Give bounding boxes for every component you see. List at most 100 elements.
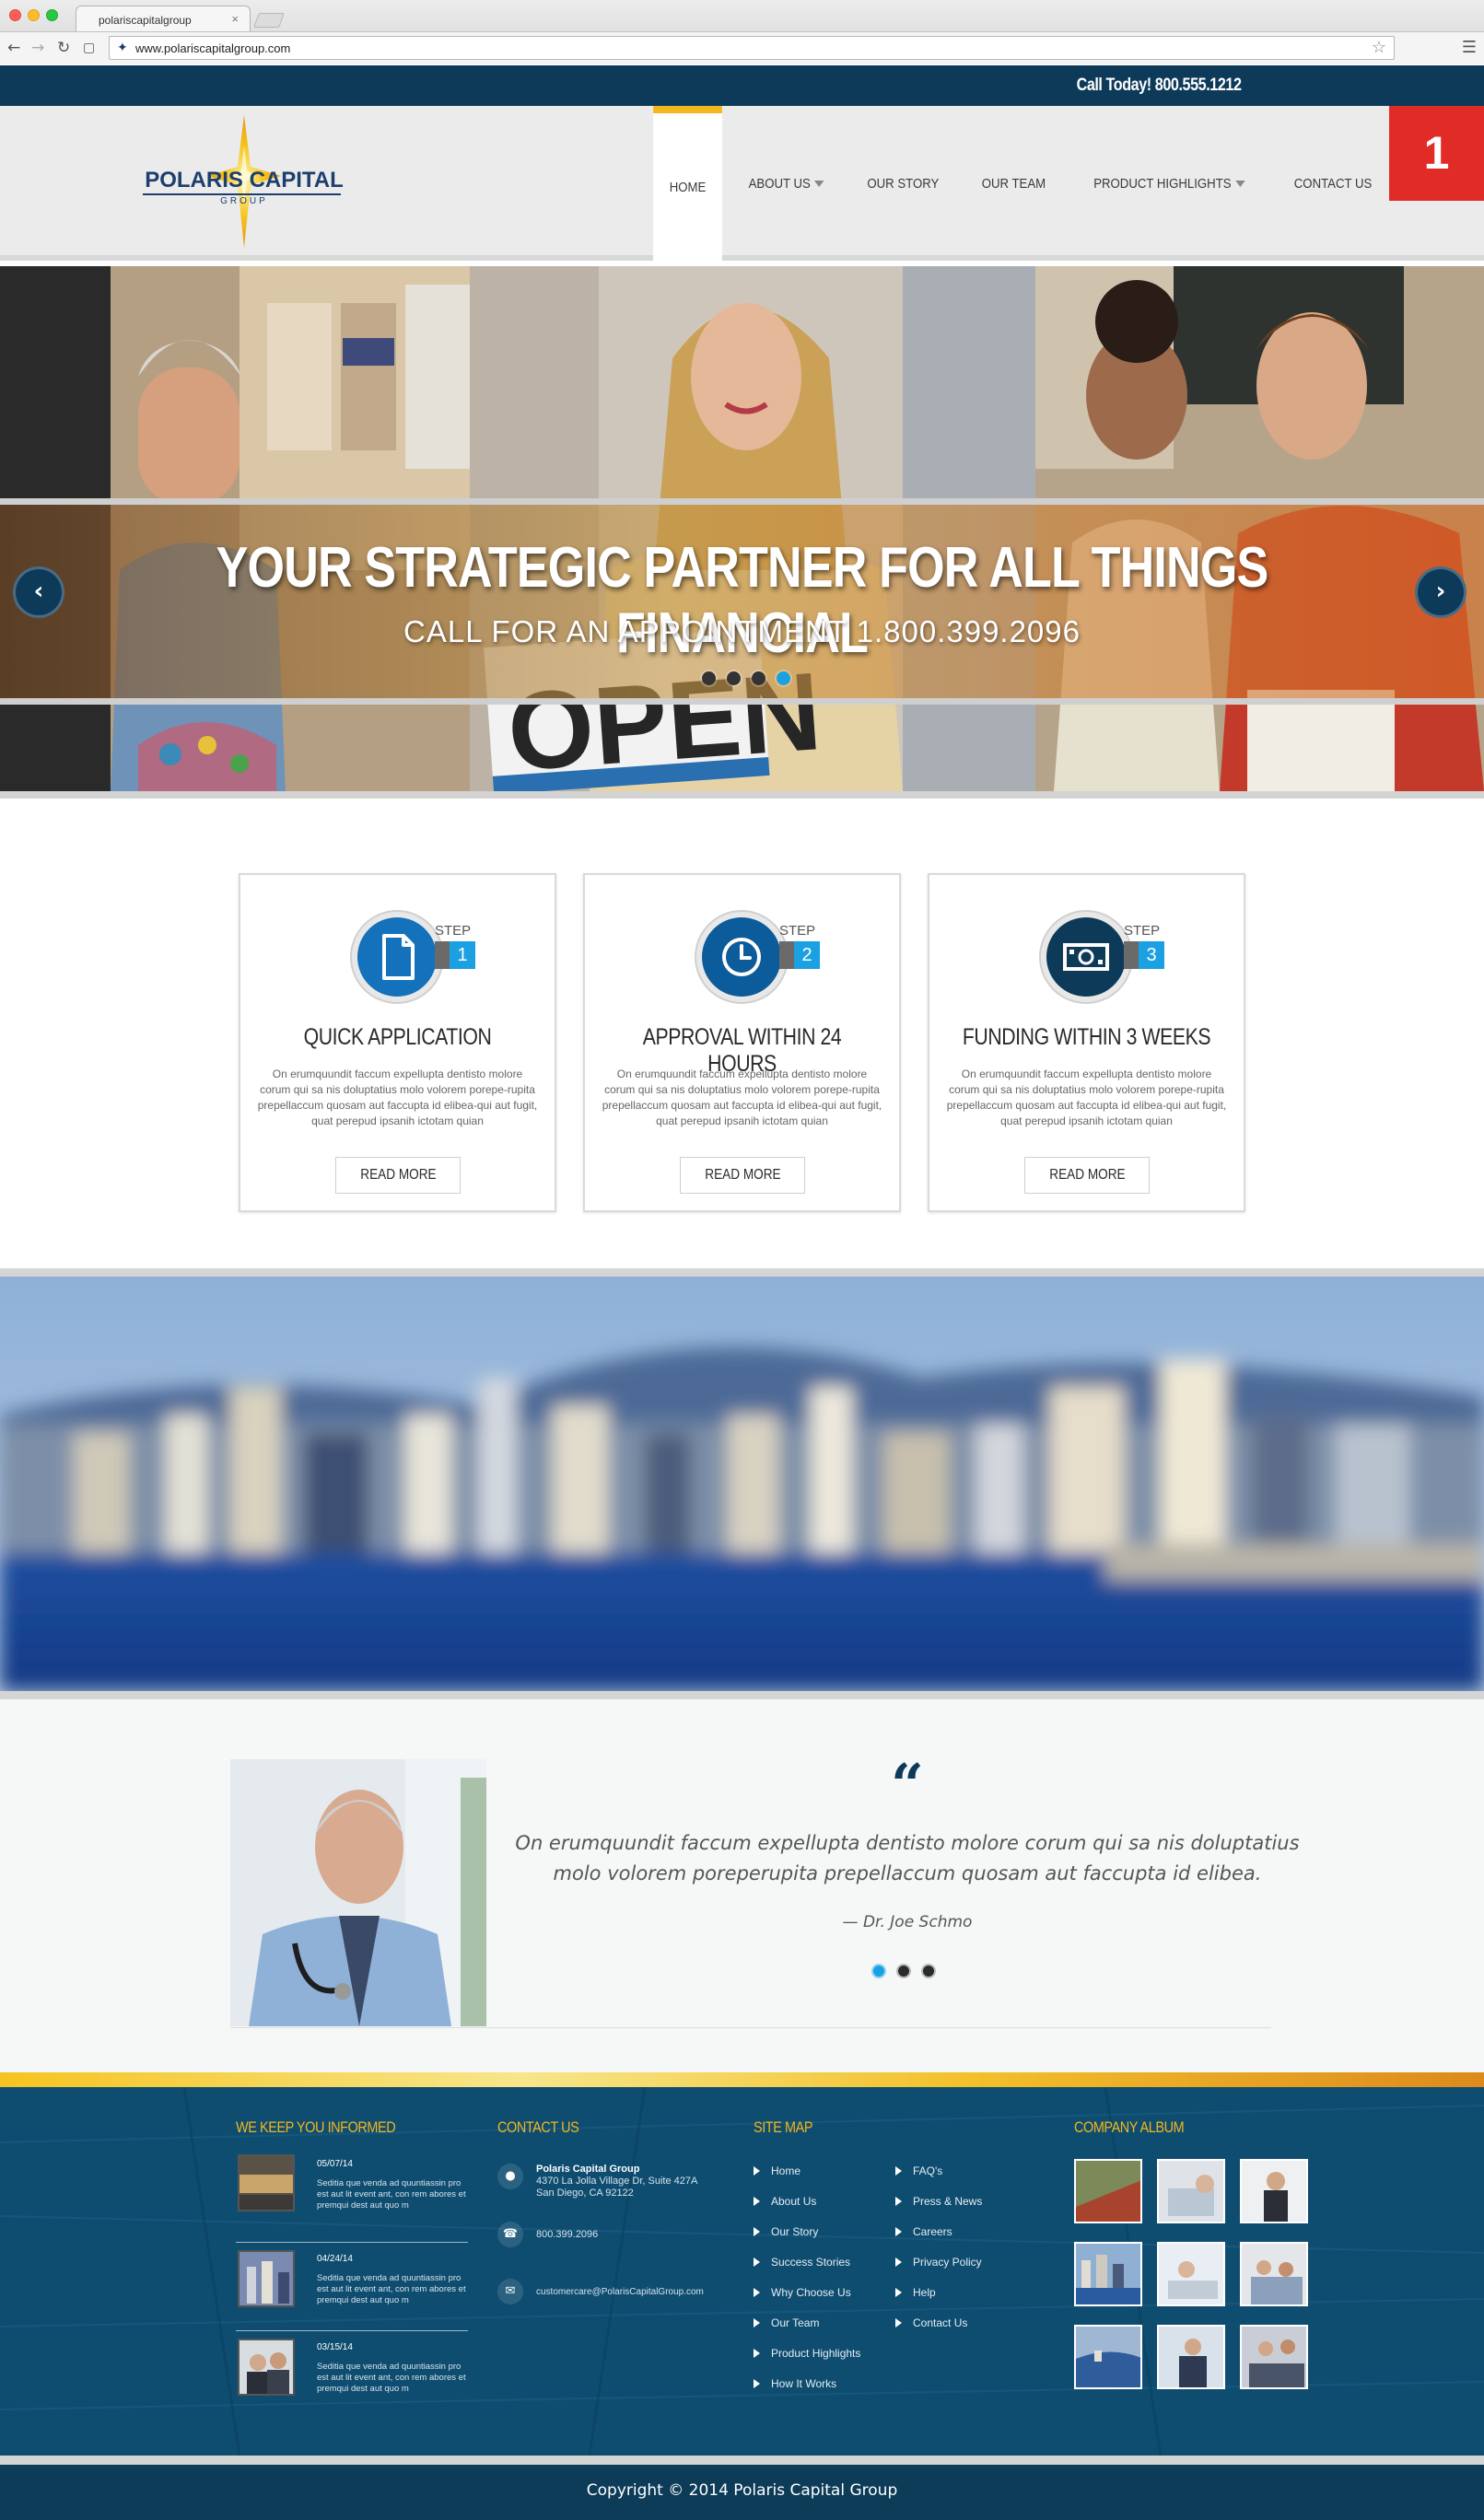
hero-dot-3[interactable] xyxy=(752,671,765,685)
hero-pagination xyxy=(702,671,790,685)
polaris-capital-logo[interactable]: POLARIS CAPITAL GROUP xyxy=(138,110,350,257)
main-nav: HOME ABOUT US OUR STORY OUR TEAM PRODUCT… xyxy=(649,106,1394,261)
nav-our-team[interactable]: OUR TEAM xyxy=(967,106,1060,261)
reload-icon[interactable]: ↻ xyxy=(57,39,70,57)
sitemap-link-why-choose-us[interactable]: Why Choose Us xyxy=(754,2286,851,2299)
album-photo-1[interactable] xyxy=(1074,2159,1142,2223)
hero-dot-1[interactable] xyxy=(702,671,716,685)
play-triangle-icon xyxy=(754,2227,760,2236)
sitemap-link-privacy-policy[interactable]: Privacy Policy xyxy=(895,2256,982,2269)
sitemap-link-our-team[interactable]: Our Team xyxy=(754,2316,819,2329)
album-photo-7[interactable] xyxy=(1074,2325,1142,2389)
site-footer: WE KEEP YOU INFORMED 05/07/14 Seditia qu… xyxy=(0,2087,1484,2456)
star-icon[interactable]: ☆ xyxy=(1372,38,1386,57)
news-item-2[interactable]: 04/24/14 Seditia que venda ad quuntiassi… xyxy=(236,2243,468,2331)
nav-product-highlights[interactable]: PRODUCT HIGHLIGHTS xyxy=(1079,106,1259,261)
copyright-bar: Copyright © 2014 Polaris Capital Group xyxy=(0,2465,1484,2520)
browser-chrome: polariscapitalgroup × ← → ↻ ▢ ✦ www.pola… xyxy=(0,0,1484,64)
document-icon xyxy=(357,917,437,997)
new-tab-button[interactable] xyxy=(253,13,285,28)
nav-home[interactable]: HOME xyxy=(653,106,722,261)
nav-our-story-label: OUR STORY xyxy=(867,175,940,192)
hero-prev-button[interactable]: ‹ xyxy=(13,566,64,618)
sitemap-link-about-us[interactable]: About Us xyxy=(754,2195,816,2208)
album-photo-9[interactable] xyxy=(1240,2325,1308,2389)
contact-column-title: CONTACT US xyxy=(497,2118,579,2136)
hero-slider: OPEN YOUR STRATEGIC PARTNER FOR ALL THIN… xyxy=(0,266,1484,791)
nav-home-label: HOME xyxy=(669,179,707,195)
sitemap-link-label: Our Story xyxy=(771,2225,819,2238)
nav-our-team-label: OUR TEAM xyxy=(981,175,1046,192)
sitemap-link-success-stories[interactable]: Success Stories xyxy=(754,2256,850,2269)
album-photo-4[interactable] xyxy=(1074,2242,1142,2306)
sitemap-link-how-it-works[interactable]: How It Works xyxy=(754,2377,836,2390)
sitemap-link-our-story[interactable]: Our Story xyxy=(754,2225,818,2238)
play-triangle-icon xyxy=(895,2197,902,2206)
hamburger-menu-icon[interactable]: ☰ xyxy=(1462,38,1477,57)
tab-close-icon[interactable]: × xyxy=(231,12,239,26)
testimonial-dot-2[interactable] xyxy=(896,1964,911,1978)
nav-contact-us[interactable]: CONTACT US xyxy=(1280,106,1386,261)
doctor-photo xyxy=(230,1759,486,2026)
step-2-read-more-label: READ MORE xyxy=(704,1167,781,1183)
close-window-button[interactable] xyxy=(9,9,21,21)
zoom-window-button[interactable] xyxy=(46,9,58,21)
news-1-date: 05/07/14 xyxy=(317,2159,353,2169)
hero-dot-2[interactable] xyxy=(727,671,741,685)
back-arrow-icon[interactable]: ← xyxy=(7,39,20,57)
album-photo-2[interactable] xyxy=(1157,2159,1225,2223)
sitemap-link-careers[interactable]: Careers xyxy=(895,2225,952,2238)
sitemap-link-label: Success Stories xyxy=(771,2256,851,2269)
sitemap-link-faqs[interactable]: FAQ's xyxy=(895,2164,942,2177)
hero-next-button[interactable]: › xyxy=(1415,566,1466,618)
sitemap-link-home[interactable]: Home xyxy=(754,2164,800,2177)
sitemap-link-help[interactable]: Help xyxy=(895,2286,936,2299)
testimonial-dot-3[interactable] xyxy=(921,1964,936,1978)
hero-subtitle[interactable]: CALL FOR AN APPOINTMENT 1.800.399.2096 xyxy=(0,614,1484,649)
nav-our-story[interactable]: OUR STORY xyxy=(853,106,954,261)
step-1-icon-ring xyxy=(350,910,444,1004)
news-2-text: Seditia que venda ad quuntiassin pro est… xyxy=(317,2273,466,2305)
home-icon[interactable]: ▢ xyxy=(83,41,95,55)
minimize-window-button[interactable] xyxy=(28,9,40,21)
quote-icon: “ xyxy=(891,1751,924,1818)
testimonial-divider xyxy=(230,2027,1271,2028)
testimonial-dot-1[interactable] xyxy=(871,1964,886,1978)
hero-dot-4[interactable] xyxy=(777,671,790,685)
footer-gold-stripe xyxy=(0,2072,1484,2087)
chevron-left-icon: ‹ xyxy=(33,578,44,605)
address-url: www.polariscapitalgroup.com xyxy=(135,41,291,55)
step-card-3: STEP 3 FUNDING WITHIN 3 WEEKS On erumquu… xyxy=(928,873,1245,1212)
news-item-1[interactable]: 05/07/14 Seditia que venda ad quuntiassi… xyxy=(236,2154,468,2243)
album-photo-6[interactable] xyxy=(1240,2242,1308,2306)
album-photo-8[interactable] xyxy=(1157,2325,1225,2389)
contact-phone-text[interactable]: 800.399.2096 xyxy=(536,2229,720,2241)
album-photo-3[interactable] xyxy=(1240,2159,1308,2223)
contact-email-text[interactable]: customercare@PolarisCapitalGroup.com xyxy=(536,2286,720,2298)
city-skyline-image xyxy=(0,1268,1484,1699)
testimonial-pagination xyxy=(871,1964,936,1978)
play-triangle-icon xyxy=(754,2288,760,2297)
forward-arrow-icon[interactable]: → xyxy=(31,39,44,57)
nav-about-us[interactable]: ABOUT US xyxy=(734,106,839,261)
play-triangle-icon xyxy=(895,2166,902,2176)
album-photo-5[interactable] xyxy=(1157,2242,1225,2306)
news-item-3[interactable]: 03/15/14 Seditia que venda ad quuntiassi… xyxy=(236,2331,468,2420)
sitemap-link-label: How It Works xyxy=(771,2377,837,2390)
contact-address-text: Polaris Capital Group 4370 La Jolla Vill… xyxy=(536,2164,720,2199)
sitemap-link-contact-us[interactable]: Contact Us xyxy=(895,2316,967,2329)
testimonial-quote: On erumquundit faccum expellupta dentist… xyxy=(515,1832,1300,1884)
address-bar[interactable]: ✦ www.polariscapitalgroup.com ☆ xyxy=(109,36,1395,60)
browser-tab[interactable]: polariscapitalgroup × xyxy=(76,6,251,31)
step-2-number: 2 xyxy=(779,941,820,969)
step-1-tag: STEP xyxy=(435,923,472,939)
banknote-icon xyxy=(1046,917,1126,997)
step-2-read-more-button[interactable]: READ MORE xyxy=(680,1157,805,1194)
step-1-text: On erumquundit faccum expellupta dentist… xyxy=(257,1068,538,1127)
sitemap-link-product-highlights[interactable]: Product Highlights xyxy=(754,2347,860,2360)
step-3-read-more-button[interactable]: READ MORE xyxy=(1024,1157,1150,1194)
sitemap-link-press-news[interactable]: Press & News xyxy=(895,2195,982,2208)
step-1-read-more-button[interactable]: READ MORE xyxy=(335,1157,461,1194)
step-3-tag: STEP xyxy=(1124,923,1161,939)
call-today-text[interactable]: Call Today! 800.555.1212 xyxy=(1076,76,1241,96)
